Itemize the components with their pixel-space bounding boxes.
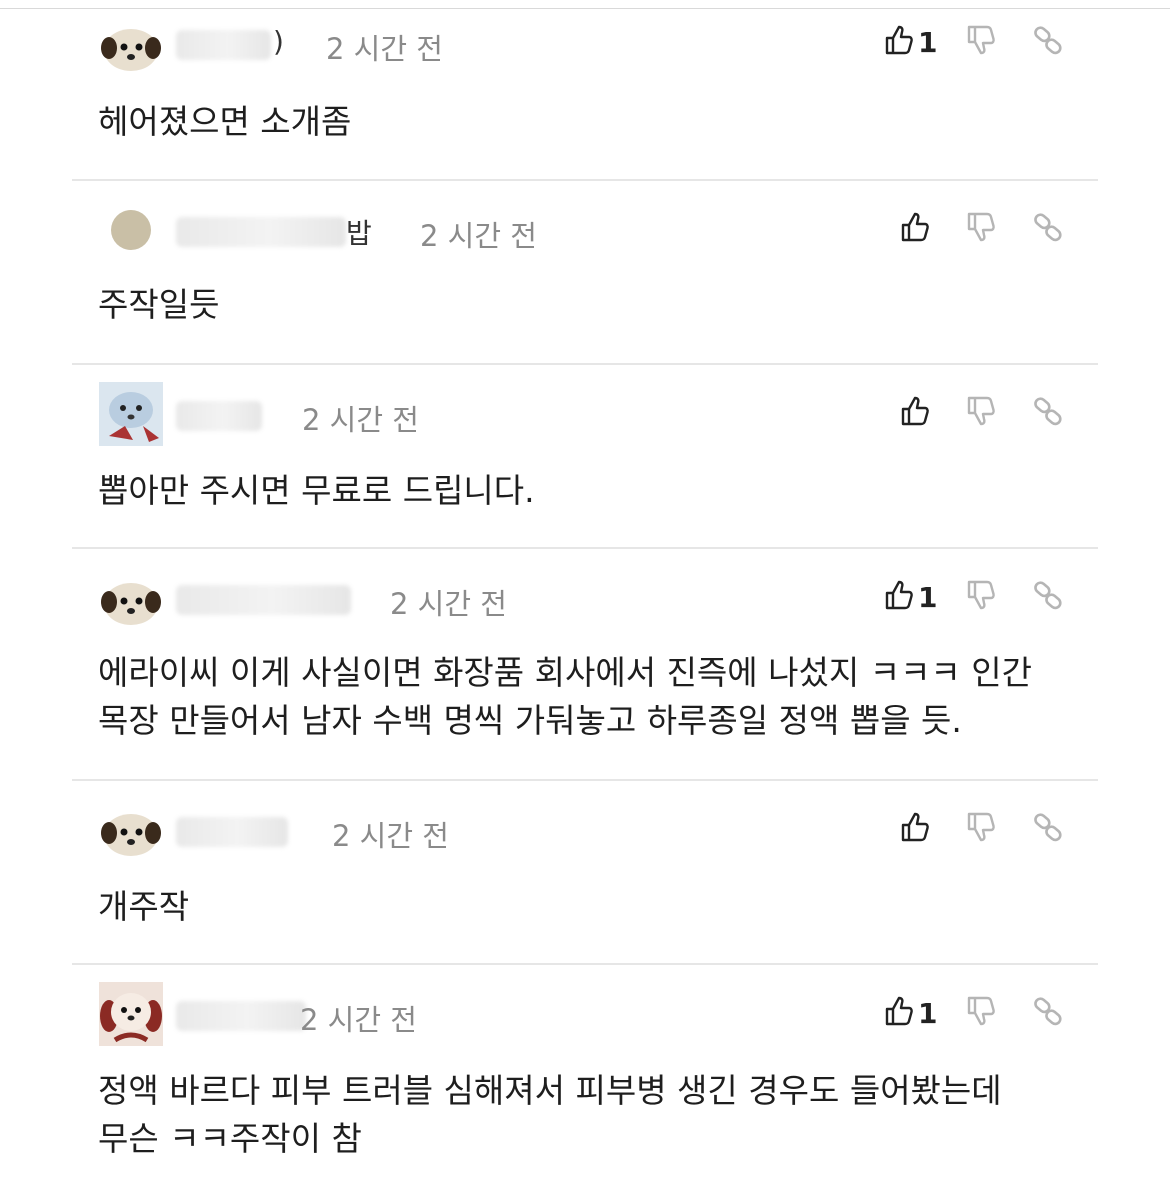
like-count: 1	[918, 25, 938, 59]
link-icon	[1032, 24, 1064, 60]
share-link-button[interactable]	[1032, 24, 1064, 60]
link-icon	[1032, 211, 1064, 247]
top-border	[0, 8, 1170, 9]
share-link-button[interactable]	[1032, 811, 1064, 847]
like-button[interactable]	[900, 395, 934, 431]
like-count: 1	[918, 580, 938, 614]
thumbs-down-icon	[966, 395, 996, 431]
thumbs-up-icon	[884, 24, 914, 60]
comment-line: 헤어졌으면 소개좀	[98, 102, 352, 141]
comment-line: 정액 바르다 피부 트러블 심해져서 피부병 생긴 경우도 들어봤는데	[98, 1071, 1002, 1110]
share-link-button[interactable]	[1032, 395, 1064, 431]
comment-actions: 1	[880, 10, 1080, 76]
thumbs-down-icon	[966, 24, 996, 60]
comment-line: 목장 만들어서 남자 수백 명씩 가둬놓고 하루종일 정액 뽑을 듯.	[98, 701, 962, 740]
dislike-button[interactable]	[966, 811, 996, 847]
thumbs-up-icon	[884, 995, 914, 1031]
thumbs-down-icon	[966, 579, 996, 615]
comment-text: 정액 바르다 피부 트러블 심해져서 피부병 생긴 경우도 들어봤는데 무슨 ㅋ…	[98, 1067, 1002, 1163]
thumbs-down-icon	[966, 995, 996, 1031]
comment-divider	[72, 363, 1098, 365]
thumbs-up-icon	[900, 395, 930, 431]
avatar-puppy[interactable]	[98, 381, 164, 447]
thumbs-down-icon	[966, 811, 996, 847]
like-count: 1	[918, 996, 938, 1030]
username-blurred[interactable]	[176, 401, 262, 431]
comment-divider	[72, 179, 1098, 181]
like-button[interactable]: 1	[884, 995, 937, 1031]
comment-line: 주작일듯	[98, 285, 220, 324]
comment-divider	[72, 547, 1098, 549]
link-icon	[1032, 811, 1064, 847]
comment-divider	[72, 779, 1098, 781]
comment-text: 헤어졌으면 소개좀	[98, 98, 351, 146]
share-link-button[interactable]	[1032, 211, 1064, 247]
dislike-button[interactable]	[966, 211, 996, 247]
comment-text: 주작일듯	[98, 281, 219, 329]
comment-actions: 1	[880, 565, 1080, 631]
comment-actions	[880, 797, 1080, 863]
username-blurred[interactable]	[176, 30, 271, 60]
timestamp: 2 시간 전	[326, 32, 443, 66]
like-button[interactable]: 1	[884, 24, 937, 60]
username-fragment: )	[273, 25, 284, 58]
username-blurred[interactable]	[176, 585, 351, 615]
dislike-button[interactable]	[966, 579, 996, 615]
comment-line: 개주작	[98, 887, 190, 926]
timestamp: 2 시간 전	[390, 587, 507, 621]
comment-list-page: ) 2 시간 전 1 헤어졌으면 소개좀 밥 2 시간 전 주작일듯 2 시간 …	[0, 0, 1170, 1189]
comment-text: 뽑아만 주시면 무료로 드립니다.	[98, 467, 535, 515]
comment-actions	[880, 197, 1080, 263]
thumbs-up-icon	[900, 211, 930, 247]
link-icon	[1032, 579, 1064, 615]
comment-line: 에라이씨 이게 사실이면 화장품 회사에서 진즉에 나섰지 ㅋㅋㅋ 인간	[98, 653, 1032, 692]
timestamp: 2 시간 전	[420, 219, 537, 253]
dislike-button[interactable]	[966, 395, 996, 431]
avatar-dog[interactable]	[98, 800, 164, 866]
avatar-dog[interactable]	[98, 15, 164, 81]
share-link-button[interactable]	[1032, 579, 1064, 615]
comment-text: 개주작	[98, 883, 189, 931]
link-icon	[1032, 395, 1064, 431]
thumbs-up-icon	[884, 579, 914, 615]
timestamp: 2 시간 전	[302, 403, 419, 437]
timestamp: 2 시간 전	[332, 819, 449, 853]
like-button[interactable]: 1	[884, 579, 937, 615]
timestamp: 2 시간 전	[300, 1003, 417, 1037]
comment-text: 에라이씨 이게 사실이면 화장품 회사에서 진즉에 나섰지 ㅋㅋㅋ 인간 목장 …	[98, 649, 1032, 745]
avatar-default[interactable]	[98, 197, 164, 263]
comment-divider	[72, 963, 1098, 965]
username-blurred[interactable]	[176, 817, 288, 847]
comment-actions	[880, 381, 1080, 447]
avatar-puppy-red[interactable]	[98, 981, 164, 1047]
dislike-button[interactable]	[966, 995, 996, 1031]
username-fragment: 밥	[346, 217, 372, 250]
comment-line: 뽑아만 주시면 무료로 드립니다.	[98, 471, 535, 510]
avatar-dog[interactable]	[98, 569, 164, 635]
like-button[interactable]	[900, 811, 934, 847]
comment-line: 무슨 ㅋㅋ주작이 참	[98, 1119, 362, 1158]
thumbs-up-icon	[900, 811, 930, 847]
comment-actions: 1	[880, 981, 1080, 1047]
dislike-button[interactable]	[966, 24, 996, 60]
thumbs-down-icon	[966, 211, 996, 247]
link-icon	[1032, 995, 1064, 1031]
username-blurred[interactable]	[176, 1001, 306, 1031]
share-link-button[interactable]	[1032, 995, 1064, 1031]
like-button[interactable]	[900, 211, 934, 247]
username-blurred[interactable]	[176, 217, 346, 247]
